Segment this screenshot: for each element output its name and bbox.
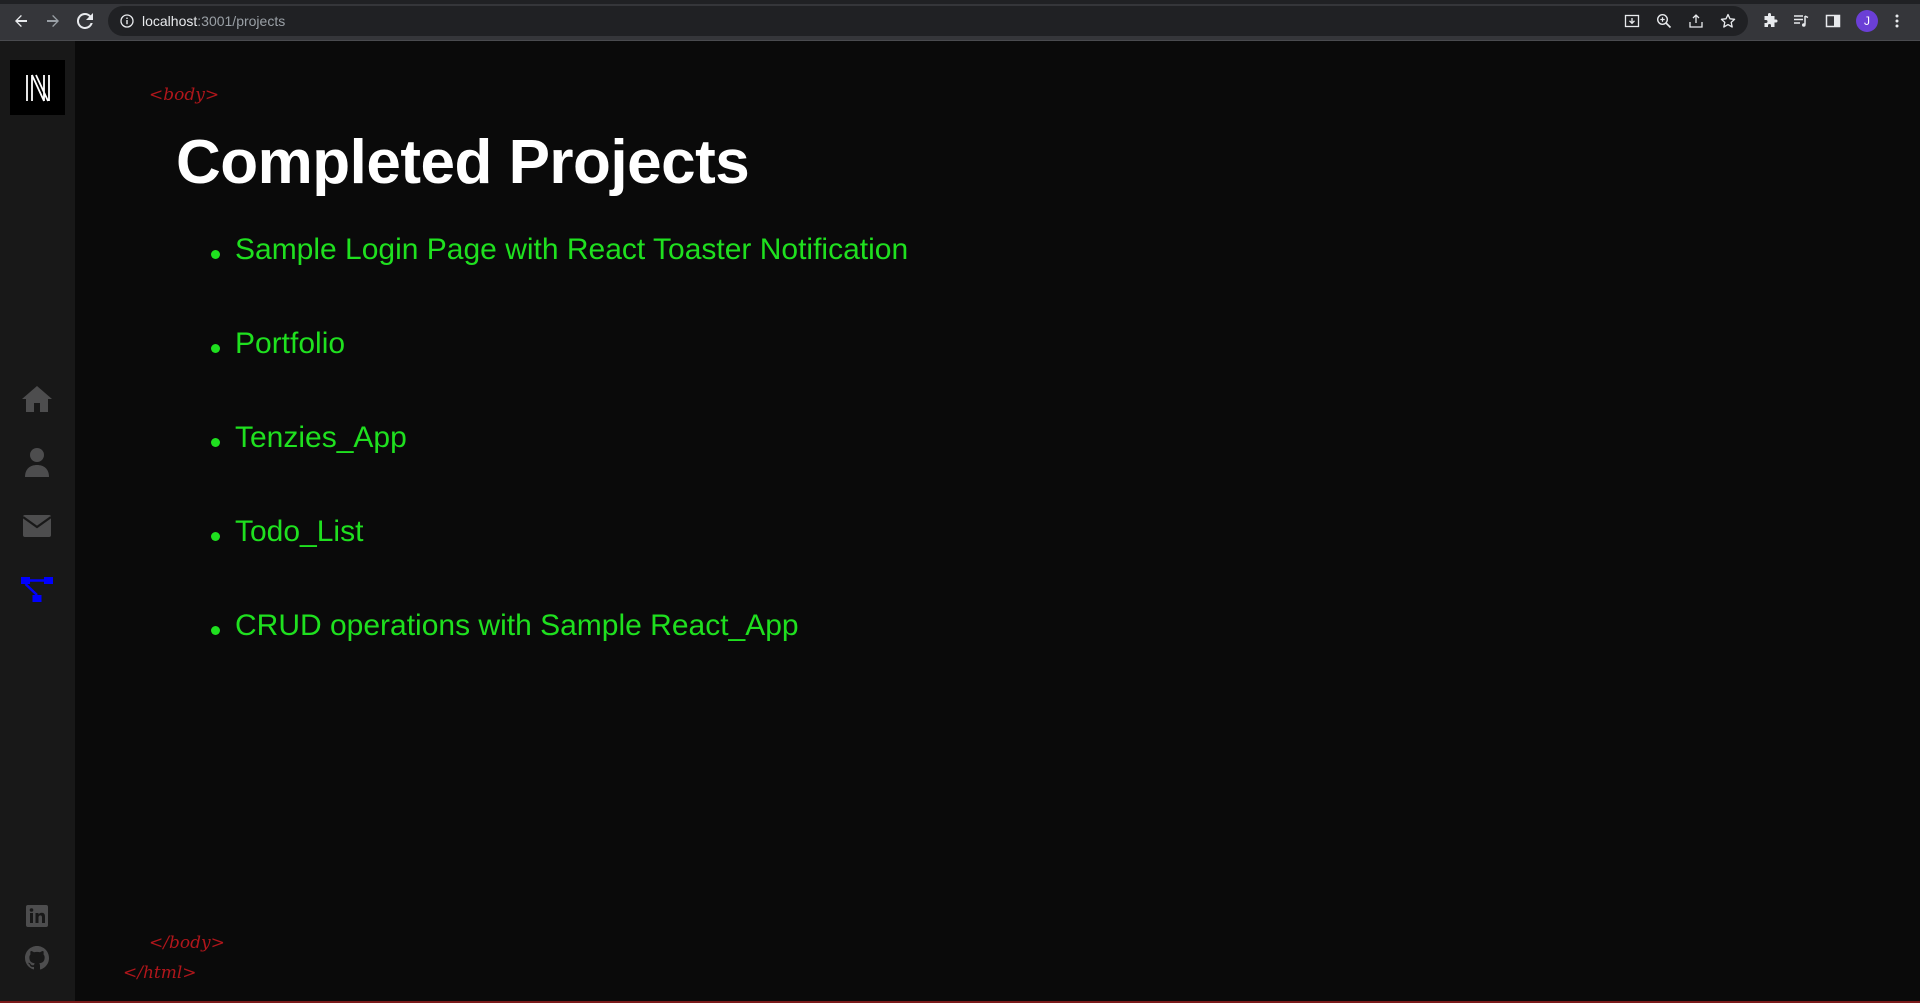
logo[interactable] — [10, 60, 65, 115]
user-icon — [25, 448, 49, 477]
back-button[interactable] — [9, 9, 33, 33]
media-control-icon[interactable] — [1791, 11, 1811, 31]
project-item: Todo_List — [211, 515, 908, 609]
browser-toolbar: localhost:3001/projects J — [0, 0, 1920, 41]
linkedin-link[interactable] — [20, 899, 54, 933]
sidebar — [0, 41, 75, 1003]
list-bullet — [211, 250, 220, 259]
forward-button[interactable] — [41, 9, 65, 33]
project-link[interactable]: Sample Login Page with React Toaster Not… — [235, 233, 908, 266]
share-icon[interactable] — [1687, 12, 1705, 30]
nav-about-link[interactable] — [20, 445, 54, 479]
linkedin-icon — [26, 905, 48, 927]
nav-contact-link[interactable] — [20, 509, 54, 543]
tab-strip-edge — [0, 0, 1920, 4]
envelope-icon — [23, 515, 51, 537]
site-info-icon[interactable] — [118, 12, 136, 30]
list-bullet — [211, 438, 220, 447]
project-list: Sample Login Page with React Toaster Not… — [211, 233, 908, 703]
url-host: localhost — [142, 13, 198, 29]
page-title: Completed Projects — [176, 128, 750, 197]
logo-n-mark — [25, 74, 50, 101]
url-text[interactable]: localhost:3001/projects — [142, 13, 285, 29]
project-link[interactable]: CRUD operations with Sample React_App — [235, 609, 799, 642]
browser-menu-icon[interactable] — [1887, 11, 1907, 31]
project-link[interactable]: Todo_List — [235, 515, 363, 548]
arrow-right-icon — [47, 15, 59, 27]
reload-button[interactable] — [73, 9, 97, 33]
project-item: Portfolio — [211, 327, 908, 421]
bookmark-star-icon[interactable] — [1719, 12, 1737, 30]
url-path: :3001/projects — [197, 13, 286, 29]
project-item: CRUD operations with Sample React_App — [211, 609, 908, 703]
arrow-left-icon — [15, 15, 27, 27]
side-panel-icon[interactable] — [1823, 11, 1843, 31]
project-link[interactable]: Tenzies_App — [235, 421, 407, 454]
body-close-tag: </body> — [149, 933, 225, 953]
address-bar[interactable]: localhost:3001/projects — [108, 6, 1748, 36]
nav-projects-link[interactable] — [20, 573, 54, 607]
list-bullet — [211, 532, 220, 541]
github-icon — [25, 946, 49, 970]
profile-avatar[interactable]: J — [1856, 10, 1878, 32]
github-link[interactable] — [20, 941, 54, 975]
project-item: Tenzies_App — [211, 421, 908, 515]
list-bullet — [211, 344, 220, 353]
main-content: <body> Completed Projects Sample Login P… — [75, 41, 1920, 1003]
project-item: Sample Login Page with React Toaster Not… — [211, 233, 908, 327]
nav-home-link[interactable] — [20, 382, 54, 416]
home-icon — [22, 386, 52, 412]
extensions-puzzle-icon[interactable] — [1760, 11, 1780, 31]
zoom-icon[interactable] — [1655, 12, 1673, 30]
body-open-tag: <body> — [149, 85, 220, 105]
reload-icon — [77, 13, 93, 29]
install-app-icon[interactable] — [1623, 12, 1641, 30]
list-bullet — [211, 626, 220, 635]
project-diagram-icon — [21, 577, 53, 602]
html-close-tag: </html> — [123, 963, 197, 983]
project-link[interactable]: Portfolio — [235, 327, 345, 360]
